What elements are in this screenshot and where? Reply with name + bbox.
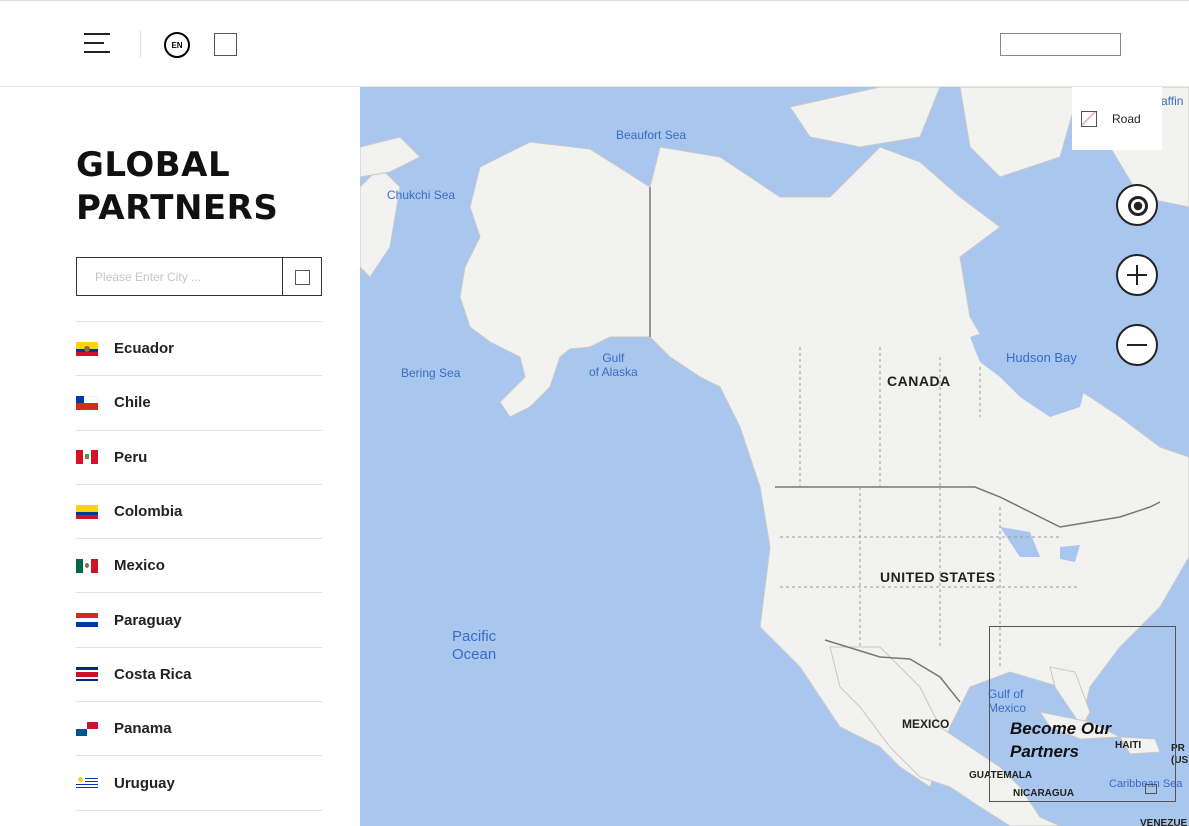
header-search-input[interactable]: [1000, 33, 1121, 56]
country-label: Mexico: [114, 557, 165, 575]
country-label: Peru: [114, 448, 148, 466]
language-switcher[interactable]: EN: [164, 32, 190, 58]
country-item-paraguay[interactable]: Paraguay: [76, 593, 322, 648]
country-item-uruguay[interactable]: Uruguay: [76, 756, 322, 811]
country-label: Chile: [114, 394, 151, 412]
country-item-mexico[interactable]: Mexico: [76, 539, 322, 594]
locate-me-button[interactable]: [1116, 184, 1158, 226]
sidebar: GLOBAL PARTNERS Ecuador Chile Peru: [0, 88, 360, 826]
country-item-colombia[interactable]: Colombia: [76, 485, 322, 540]
bering-sea-label: Bering Sea: [401, 366, 461, 380]
country-item-chile[interactable]: Chile: [76, 376, 322, 431]
country-item-peru[interactable]: Peru: [76, 431, 322, 485]
venezuela-label: VENEZUE: [1140, 818, 1188, 826]
mexico-label: MEXICO: [902, 717, 950, 731]
country-label: Costa Rica: [114, 665, 192, 683]
search-icon: [295, 270, 310, 285]
mexico-flag-icon: [76, 558, 98, 573]
pacific-ocean-line-1: Pacific: [452, 628, 497, 645]
gulf-of-alaska-label: Gulf of Alaska: [589, 351, 638, 379]
ecuador-flag-icon: [76, 341, 98, 356]
peru-flag-icon: [76, 450, 98, 465]
become-partner-cta[interactable]: Become Our Partners: [1010, 717, 1111, 763]
country-item-panama[interactable]: Panama: [76, 702, 322, 757]
country-label: Panama: [114, 720, 172, 738]
cta-line-2: Partners: [1010, 742, 1079, 761]
title-line-1: GLOBAL: [76, 145, 231, 185]
beaufort-sea-label: Beaufort Sea: [616, 128, 687, 142]
divider: [140, 31, 141, 57]
map-style-label: Road: [1112, 112, 1141, 126]
panama-flag-icon: [76, 721, 98, 736]
zoom-out-button[interactable]: [1116, 324, 1158, 366]
costa-rica-flag-icon: [76, 667, 98, 682]
city-search: [76, 257, 322, 296]
road-map-icon: [1081, 111, 1097, 127]
canada-label: CANADA: [887, 373, 951, 389]
chile-flag-icon: [76, 395, 98, 410]
menu-icon[interactable]: [84, 33, 112, 55]
gulf-of-alaska-line-1: Gulf: [602, 351, 625, 365]
uruguay-flag-icon: [76, 776, 98, 790]
zoom-in-button[interactable]: [1116, 254, 1158, 296]
city-search-input[interactable]: [77, 258, 282, 295]
page-title: GLOBAL PARTNERS: [76, 144, 278, 230]
map-view[interactable]: Beaufort Sea Chukchi Sea Bering Sea Gulf…: [360, 87, 1189, 826]
country-label: Uruguay: [114, 774, 175, 792]
country-label: Paraguay: [114, 611, 182, 629]
become-partner-panel[interactable]: Become Our Partners: [989, 626, 1176, 802]
pacific-ocean-label: Pacific Ocean: [452, 628, 496, 664]
country-item-costa-rica[interactable]: Costa Rica: [76, 648, 322, 703]
united-states-label: UNITED STATES: [880, 569, 996, 585]
chukchi-sea-label: Chukchi Sea: [387, 188, 456, 202]
cta-line-1: Become Our: [1010, 719, 1112, 738]
title-line-2: PARTNERS: [76, 188, 279, 228]
country-label: Colombia: [114, 503, 183, 521]
country-item-ecuador[interactable]: Ecuador: [76, 322, 322, 377]
paraguay-flag-icon: [76, 613, 98, 628]
partner-panel-icon: [1145, 784, 1157, 794]
country-list: Ecuador Chile Peru Colombia Mexico Parag…: [76, 321, 322, 811]
map-style-button[interactable]: Road: [1072, 87, 1162, 150]
colombia-flag-icon: [76, 504, 98, 519]
pacific-ocean-line-2: Ocean: [452, 646, 497, 663]
header-checkbox-button[interactable]: [214, 33, 237, 56]
gulf-of-alaska-line-2: of Alaska: [589, 365, 638, 379]
country-label: Ecuador: [114, 340, 175, 358]
top-bar: EN: [0, 0, 1189, 87]
hudson-bay-label: Hudson Bay: [1006, 350, 1077, 365]
search-button[interactable]: [282, 258, 321, 295]
